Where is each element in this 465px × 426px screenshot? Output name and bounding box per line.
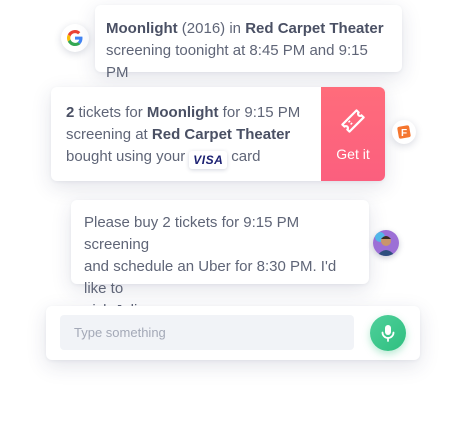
ticket-message: 2 tickets for Moonlight for 9:15 PM scre…	[66, 102, 326, 169]
ticket-icon	[341, 109, 365, 133]
microphone-icon	[381, 325, 395, 342]
movie-title[interactable]: Moonlight	[106, 20, 178, 37]
get-it-label: Get it	[336, 146, 370, 162]
google-icon	[67, 30, 83, 46]
ticket-card: 2 tickets for Moonlight for 9:15 PM scre…	[51, 87, 385, 181]
svg-text:F: F	[401, 128, 407, 139]
google-result-line1: Moonlight (2016) in Red Carpet Theater	[106, 20, 384, 37]
get-it-button[interactable]: Get it	[321, 87, 385, 181]
google-result-card: Moonlight (2016) in Red Carpet Theater s…	[95, 5, 402, 81]
ticket-theater[interactable]: Red Carpet Theater	[152, 126, 290, 143]
user-message-card: Please buy 2 tickets for 9:15 PM screeni…	[71, 200, 369, 319]
microphone-button[interactable]	[370, 315, 406, 351]
user-message-line1: Please buy 2 tickets for 9:15 PM screeni…	[84, 214, 300, 253]
visa-card-icon: VISA	[189, 151, 228, 169]
google-badge	[61, 24, 89, 52]
message-input[interactable]	[60, 315, 354, 350]
user-message-line2: and schedule an Uber for 8:30 PM. I'd li…	[84, 258, 337, 297]
message-composer	[46, 306, 420, 360]
ticket-movie[interactable]: Moonlight	[147, 104, 219, 121]
theater-name[interactable]: Red Carpet Theater	[245, 20, 383, 37]
ticket-line2: screening at Red Carpet Theater	[66, 126, 291, 143]
ticket-line1: 2 tickets for Moonlight for 9:15 PM	[66, 104, 301, 121]
user-avatar	[373, 230, 399, 256]
google-result-line2: screening toonight at 8:45 PM and 9:15 P…	[106, 42, 368, 81]
fandango-icon: F	[397, 125, 411, 139]
fandango-badge: F	[392, 120, 416, 144]
ticket-line3: bought using your VISA card	[66, 148, 261, 169]
